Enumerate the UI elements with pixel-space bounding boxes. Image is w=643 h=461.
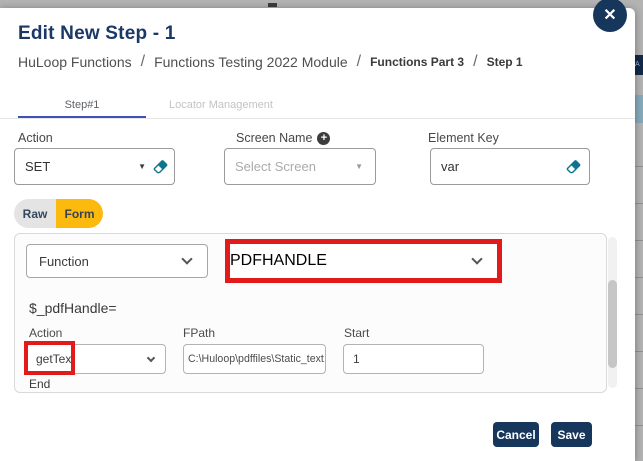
chevron-down-icon [146,353,156,362]
caret-down-icon: ▼ [355,162,363,171]
tab-step1[interactable]: Step#1 [18,99,146,111]
save-button[interactable]: Save [551,422,592,447]
fpath-value: C:\Huloop\pdffiles\Static_text.pdf [188,353,325,365]
breadcrumb: HuLoop Functions / Functions Testing 202… [18,53,523,71]
breadcrumb-separator: / [473,53,478,70]
element-key-value: var [441,159,460,174]
breadcrumb-separator: / [356,53,362,70]
end-label: End [29,377,51,391]
eraser-icon[interactable] [565,158,582,175]
start-input[interactable]: 1 [343,344,484,374]
start-value: 1 [353,352,360,366]
edit-step-modal: Edit New Step - 1 HuLoop Functions / Fun… [0,8,635,461]
function-type-value: Function [39,253,89,269]
eraser-icon[interactable] [152,158,169,175]
background-selected-row-fragment [635,95,643,123]
background-table-rows-fragment [635,130,643,461]
function-name-select-highlighted[interactable]: PDFHANDLE [225,239,502,283]
breadcrumb-item[interactable]: HuLoop Functions [18,54,132,70]
sub-action-label: Action [29,326,63,340]
fpath-input[interactable]: C:\Huloop\pdffiles\Static_text.pdf [183,344,326,374]
chevron-down-icon [471,253,483,265]
cancel-button[interactable]: Cancel [493,422,539,447]
fpath-label: FPath [183,326,216,340]
function-type-select[interactable]: Function [26,244,208,278]
add-screen-icon[interactable]: + [317,131,331,145]
action-select-value: SET [25,159,51,174]
screen-name-label: Screen Name + [236,131,331,145]
background-page-fragment [268,3,277,7]
breadcrumb-item[interactable]: Functions Testing 2022 Module [154,54,348,70]
sub-action-value: getText [36,352,75,366]
assignment-text: $_pdfHandle= [29,300,117,316]
page-title: Edit New Step - 1 [18,23,176,44]
breadcrumb-item[interactable]: Step 1 [487,55,523,69]
close-icon: ✕ [603,7,617,24]
background-table-header-fragment: A [635,55,643,75]
raw-form-toggle: Raw Form [14,199,103,228]
action-select[interactable]: SET ▼ [14,148,175,185]
function-panel: Function PDFHANDLE $_pdfHandle= Action F… [14,233,607,393]
panel-scrollbar-thumb[interactable] [608,280,617,368]
breadcrumb-item[interactable]: Functions Part 3 [370,55,464,69]
function-name-value: PDFHANDLE [230,252,327,269]
element-key-input[interactable]: var [430,148,590,185]
breadcrumb-separator: / [140,53,146,70]
chevron-down-icon [181,253,193,265]
toggle-raw-button[interactable]: Raw [14,199,56,228]
sub-action-select[interactable]: getText [26,344,166,374]
tab-locator-management[interactable]: Locator Management [158,99,284,111]
start-label: Start [344,326,370,340]
action-label: Action [18,131,53,145]
element-key-label: Element Key [428,131,499,145]
toggle-form-button[interactable]: Form [56,199,103,228]
caret-down-icon: ▼ [138,162,146,171]
screen-name-select[interactable]: Select Screen ▼ [224,148,376,185]
screen-name-placeholder: Select Screen [235,159,316,174]
tab-divider [0,118,635,119]
